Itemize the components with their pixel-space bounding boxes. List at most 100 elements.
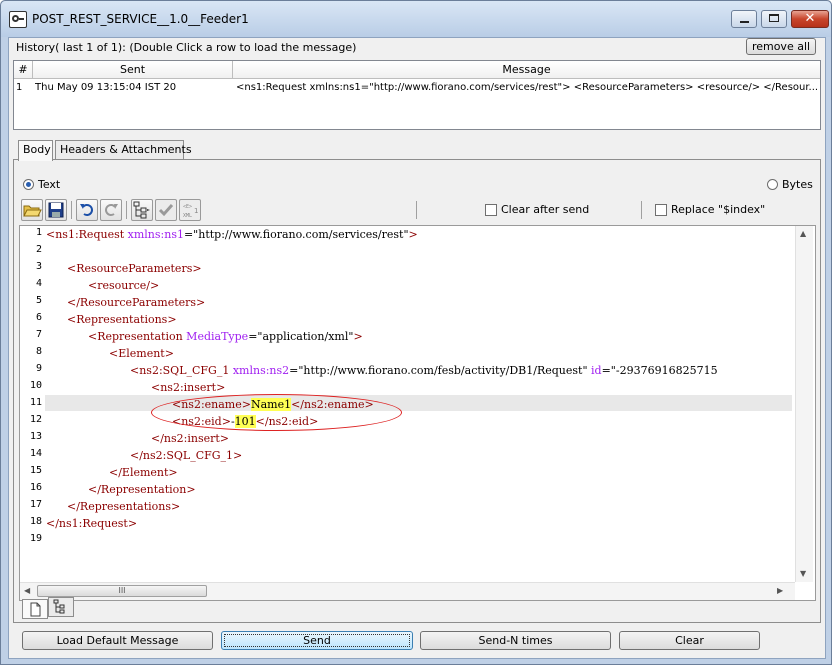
bytes-radio-label: Bytes (782, 178, 813, 191)
scroll-left-icon[interactable]: ◀ (24, 586, 30, 595)
line-number: 19 (29, 533, 42, 544)
toolbar-separator (126, 201, 127, 219)
row-sent: Thu May 09 13:15:04 IST 20 (35, 82, 177, 93)
row-message: <ns1:Request xmlns:ns1="http://www.fiora… (236, 82, 818, 93)
code-line-5: </ResourceParameters> (67, 296, 206, 309)
xml-attr: id (587, 364, 602, 377)
xml-tag: > (353, 330, 363, 343)
undo-button[interactable] (76, 199, 98, 221)
line-number: 8 (35, 346, 42, 357)
vertical-scrollbar[interactable]: ▲ ▼ (795, 226, 813, 582)
xml-format-button[interactable]: <E> XML 1 (179, 199, 201, 221)
horizontal-scroll-thumb[interactable]: III (37, 585, 207, 597)
save-button[interactable] (45, 199, 67, 221)
xml-editor[interactable]: 1 2 3 4 5 6 7 8 9 10 11 12 13 14 15 16 1 (19, 225, 816, 601)
horizontal-scrollbar[interactable]: ◀ III ▶ (20, 582, 795, 600)
column-header-sent[interactable]: Sent (33, 61, 233, 79)
app-icon (9, 11, 27, 28)
save-icon (48, 202, 64, 218)
line-number: 7 (35, 329, 42, 340)
undo-icon (80, 204, 93, 216)
redo-button[interactable] (100, 199, 122, 221)
code-line-14: </ns2:SQL_CFG_1> (130, 449, 243, 462)
line-number: 2 (35, 244, 42, 255)
validate-button[interactable] (155, 199, 177, 221)
tree-view-tab[interactable] (48, 597, 74, 617)
xml-value: ="application/xml" (248, 330, 354, 343)
send-n-times-button[interactable]: Send-N times (420, 631, 611, 650)
tree-view-button[interactable] (131, 199, 153, 221)
minimize-button[interactable] (731, 10, 757, 28)
line-number: 13 (29, 431, 42, 442)
column-header-message[interactable]: Message (233, 61, 820, 79)
scroll-right-icon[interactable]: ▶ (777, 586, 783, 595)
tab-body[interactable]: Body (18, 140, 53, 161)
window-title: POST_REST_SERVICE__1.0__Feeder1 (32, 12, 249, 26)
column-header-num[interactable]: # (14, 61, 33, 79)
maximize-button[interactable] (761, 10, 787, 28)
client-area: History( last 1 of 1): (Double Click a r… (8, 37, 826, 659)
svg-text:1: 1 (194, 207, 198, 215)
xml-format-icon: <E> XML1 (183, 204, 198, 219)
code-line-16: </Representation> (88, 483, 196, 496)
history-table[interactable]: # Sent Message 1 Thu May 09 13:15:04 IST… (13, 60, 821, 130)
row-num: 1 (16, 82, 23, 93)
scroll-up-icon[interactable]: ▲ (800, 229, 806, 238)
replace-index-label: Replace "$index" (671, 203, 766, 216)
text-radio[interactable] (23, 179, 34, 190)
clear-button[interactable]: Clear (619, 631, 760, 650)
code-line-4: <resource/> (88, 279, 160, 292)
code-line-3: <ResourceParameters> (67, 262, 202, 275)
text-radio-label: Text (38, 178, 61, 191)
toolbar-separator (71, 201, 72, 219)
line-number: 6 (35, 312, 42, 323)
open-button[interactable] (21, 199, 43, 221)
title-bar[interactable]: POST_REST_SERVICE__1.0__Feeder1 ✕ (1, 1, 831, 37)
code-line-6: <Representations> (67, 313, 177, 326)
line-number-gutter: 1 2 3 4 5 6 7 8 9 10 11 12 13 14 15 16 1 (20, 226, 44, 582)
xml-value: ="http://www.fiorano.com/services/rest" (183, 228, 409, 241)
document-icon (30, 602, 41, 617)
xml-attr: xmlns:ns1 (124, 228, 184, 241)
code-line-8: <Element> (109, 347, 174, 360)
line-number: 11 (29, 397, 42, 408)
xml-tree-icon (53, 599, 65, 614)
replace-index-checkbox[interactable] (655, 204, 667, 216)
toolbar-separator (641, 201, 642, 219)
redo-icon (105, 204, 118, 216)
text-view-tab[interactable] (22, 599, 48, 619)
clear-after-send-checkbox[interactable] (485, 204, 497, 216)
bytes-radio[interactable] (767, 179, 778, 190)
xml-tag: <ns1:Request (46, 228, 125, 241)
code-line-18: </ns1:Request> (46, 517, 138, 530)
line-number: 10 (29, 380, 42, 391)
line-number: 16 (29, 482, 42, 493)
line-number: 3 (35, 261, 42, 272)
remove-all-button[interactable]: remove all (746, 38, 816, 55)
line-number: 5 (35, 295, 42, 306)
line-number: 15 (29, 465, 42, 476)
line-number: 4 (35, 278, 42, 289)
code-line-17: </Representations> (67, 500, 181, 513)
close-button[interactable]: ✕ (791, 10, 829, 28)
code-line-15: </Element> (109, 466, 178, 479)
xml-tag: > (408, 228, 418, 241)
code-line-9: <ns2:SQL_CFG_1 xmlns:ns2="http://www.fio… (130, 362, 718, 379)
tab-headers-attachments[interactable]: Headers & Attachments (55, 140, 192, 160)
scroll-down-icon[interactable]: ▼ (800, 569, 806, 578)
maximize-icon (769, 14, 779, 22)
code-line-7: <Representation MediaType="application/x… (88, 328, 363, 345)
toolbar-separator (416, 201, 417, 219)
history-label: History( last 1 of 1): (Double Click a r… (16, 41, 357, 54)
body-panel: Text Bytes <E> XML 1 Clear after send Re… (13, 159, 821, 623)
code-line-10: <ns2:insert> (151, 381, 226, 394)
close-icon: ✕ (804, 11, 816, 26)
code-line-1: <ns1:Request xmlns:ns1="http://www.fiora… (46, 226, 418, 243)
load-default-message-button[interactable]: Load Default Message (22, 631, 213, 650)
xml-attr: MediaType (182, 330, 249, 343)
line-number: 1 (35, 227, 42, 238)
svg-text:XML: XML (183, 213, 192, 219)
xml-tag: <Representation (88, 330, 183, 343)
send-button[interactable]: Send (221, 631, 413, 650)
editor-toolbar: <E> XML 1 Clear after send Replace "$index… (21, 198, 808, 222)
